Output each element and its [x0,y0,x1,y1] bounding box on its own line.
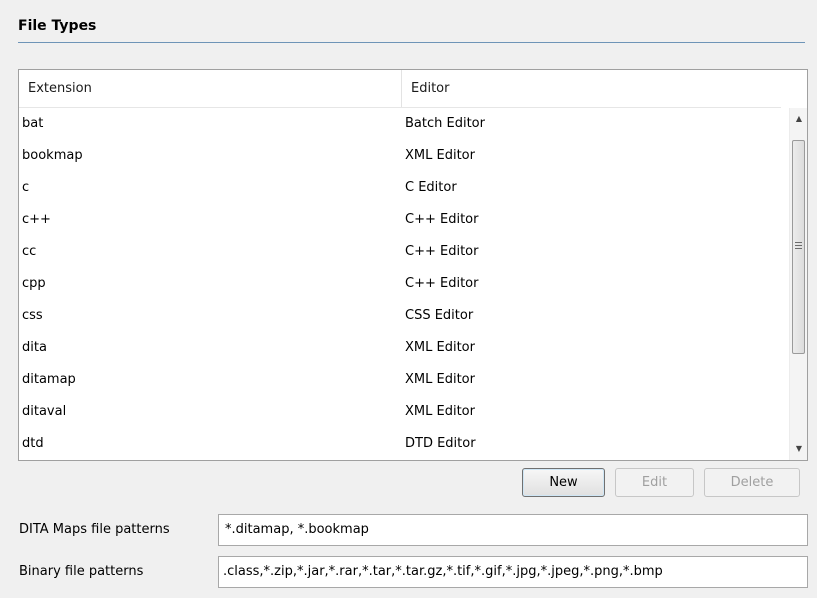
section-title: File Types [18,18,97,34]
extension-cell: c++ [22,212,51,227]
file-types-preferences-panel: File Types Extension Editor bat Batch Ed… [0,0,817,598]
table-row[interactable]: ditaval XML Editor [19,396,789,428]
dita-maps-patterns-label: DITA Maps file patterns [19,522,170,537]
scroll-up-arrow-icon[interactable]: ▲ [790,110,807,128]
table-row[interactable]: bat Batch Editor [19,108,789,140]
editor-cell: XML Editor [405,340,475,355]
column-header-extension[interactable]: Extension [19,70,402,107]
table-row[interactable]: bookmap XML Editor [19,140,789,172]
extension-cell: cc [22,244,37,259]
header-corner [781,70,807,107]
editor-cell: Batch Editor [405,116,485,131]
editor-cell: C++ Editor [405,244,479,259]
section-divider [18,42,805,43]
table-row[interactable]: cc C++ Editor [19,236,789,268]
column-header-editor[interactable]: Editor [402,70,781,107]
table-row[interactable]: c++ C++ Editor [19,204,789,236]
editor-cell: XML Editor [405,372,475,387]
extension-cell: bat [22,116,44,131]
extension-cell: c [22,180,30,195]
table-row[interactable]: dita XML Editor [19,332,789,364]
editor-cell: C++ Editor [405,212,479,227]
grip-icon [795,242,802,249]
extension-cell: ditamap [22,372,76,387]
extension-cell: dtd [22,436,44,451]
delete-button[interactable]: Delete [704,468,800,497]
editor-cell: XML Editor [405,404,475,419]
editor-cell: CSS Editor [405,308,474,323]
new-button[interactable]: New [522,468,605,497]
scroll-down-arrow-icon[interactable]: ▼ [790,440,807,458]
editor-cell: DTD Editor [405,436,476,451]
scrollbar-thumb[interactable] [792,140,805,354]
editor-cell: XML Editor [405,148,475,163]
table-row[interactable]: c C Editor [19,172,789,204]
table-row[interactable]: dtd DTD Editor [19,428,789,460]
vertical-scrollbar[interactable]: ▲ ▼ [789,108,807,460]
extension-cell: css [22,308,43,323]
editor-cell: C++ Editor [405,276,479,291]
binary-patterns-input[interactable]: .class,*.zip,*.jar,*.rar,*.tar,*.tar.gz,… [218,556,808,588]
dita-maps-patterns-input[interactable]: *.ditamap, *.bookmap [218,514,808,546]
edit-button[interactable]: Edit [615,468,694,497]
extension-cell: dita [22,340,47,355]
table-body: bat Batch Editor bookmap XML Editor c C … [19,108,789,460]
extension-cell: bookmap [22,148,83,163]
editor-cell: C Editor [405,180,457,195]
binary-patterns-label: Binary file patterns [19,564,144,579]
table-header: Extension Editor [19,70,781,108]
table-row[interactable]: css CSS Editor [19,300,789,332]
file-types-table[interactable]: Extension Editor bat Batch Editor bookma… [18,69,808,461]
table-row[interactable]: ditamap XML Editor [19,364,789,396]
table-row[interactable]: cpp C++ Editor [19,268,789,300]
extension-cell: ditaval [22,404,67,419]
extension-cell: cpp [22,276,46,291]
